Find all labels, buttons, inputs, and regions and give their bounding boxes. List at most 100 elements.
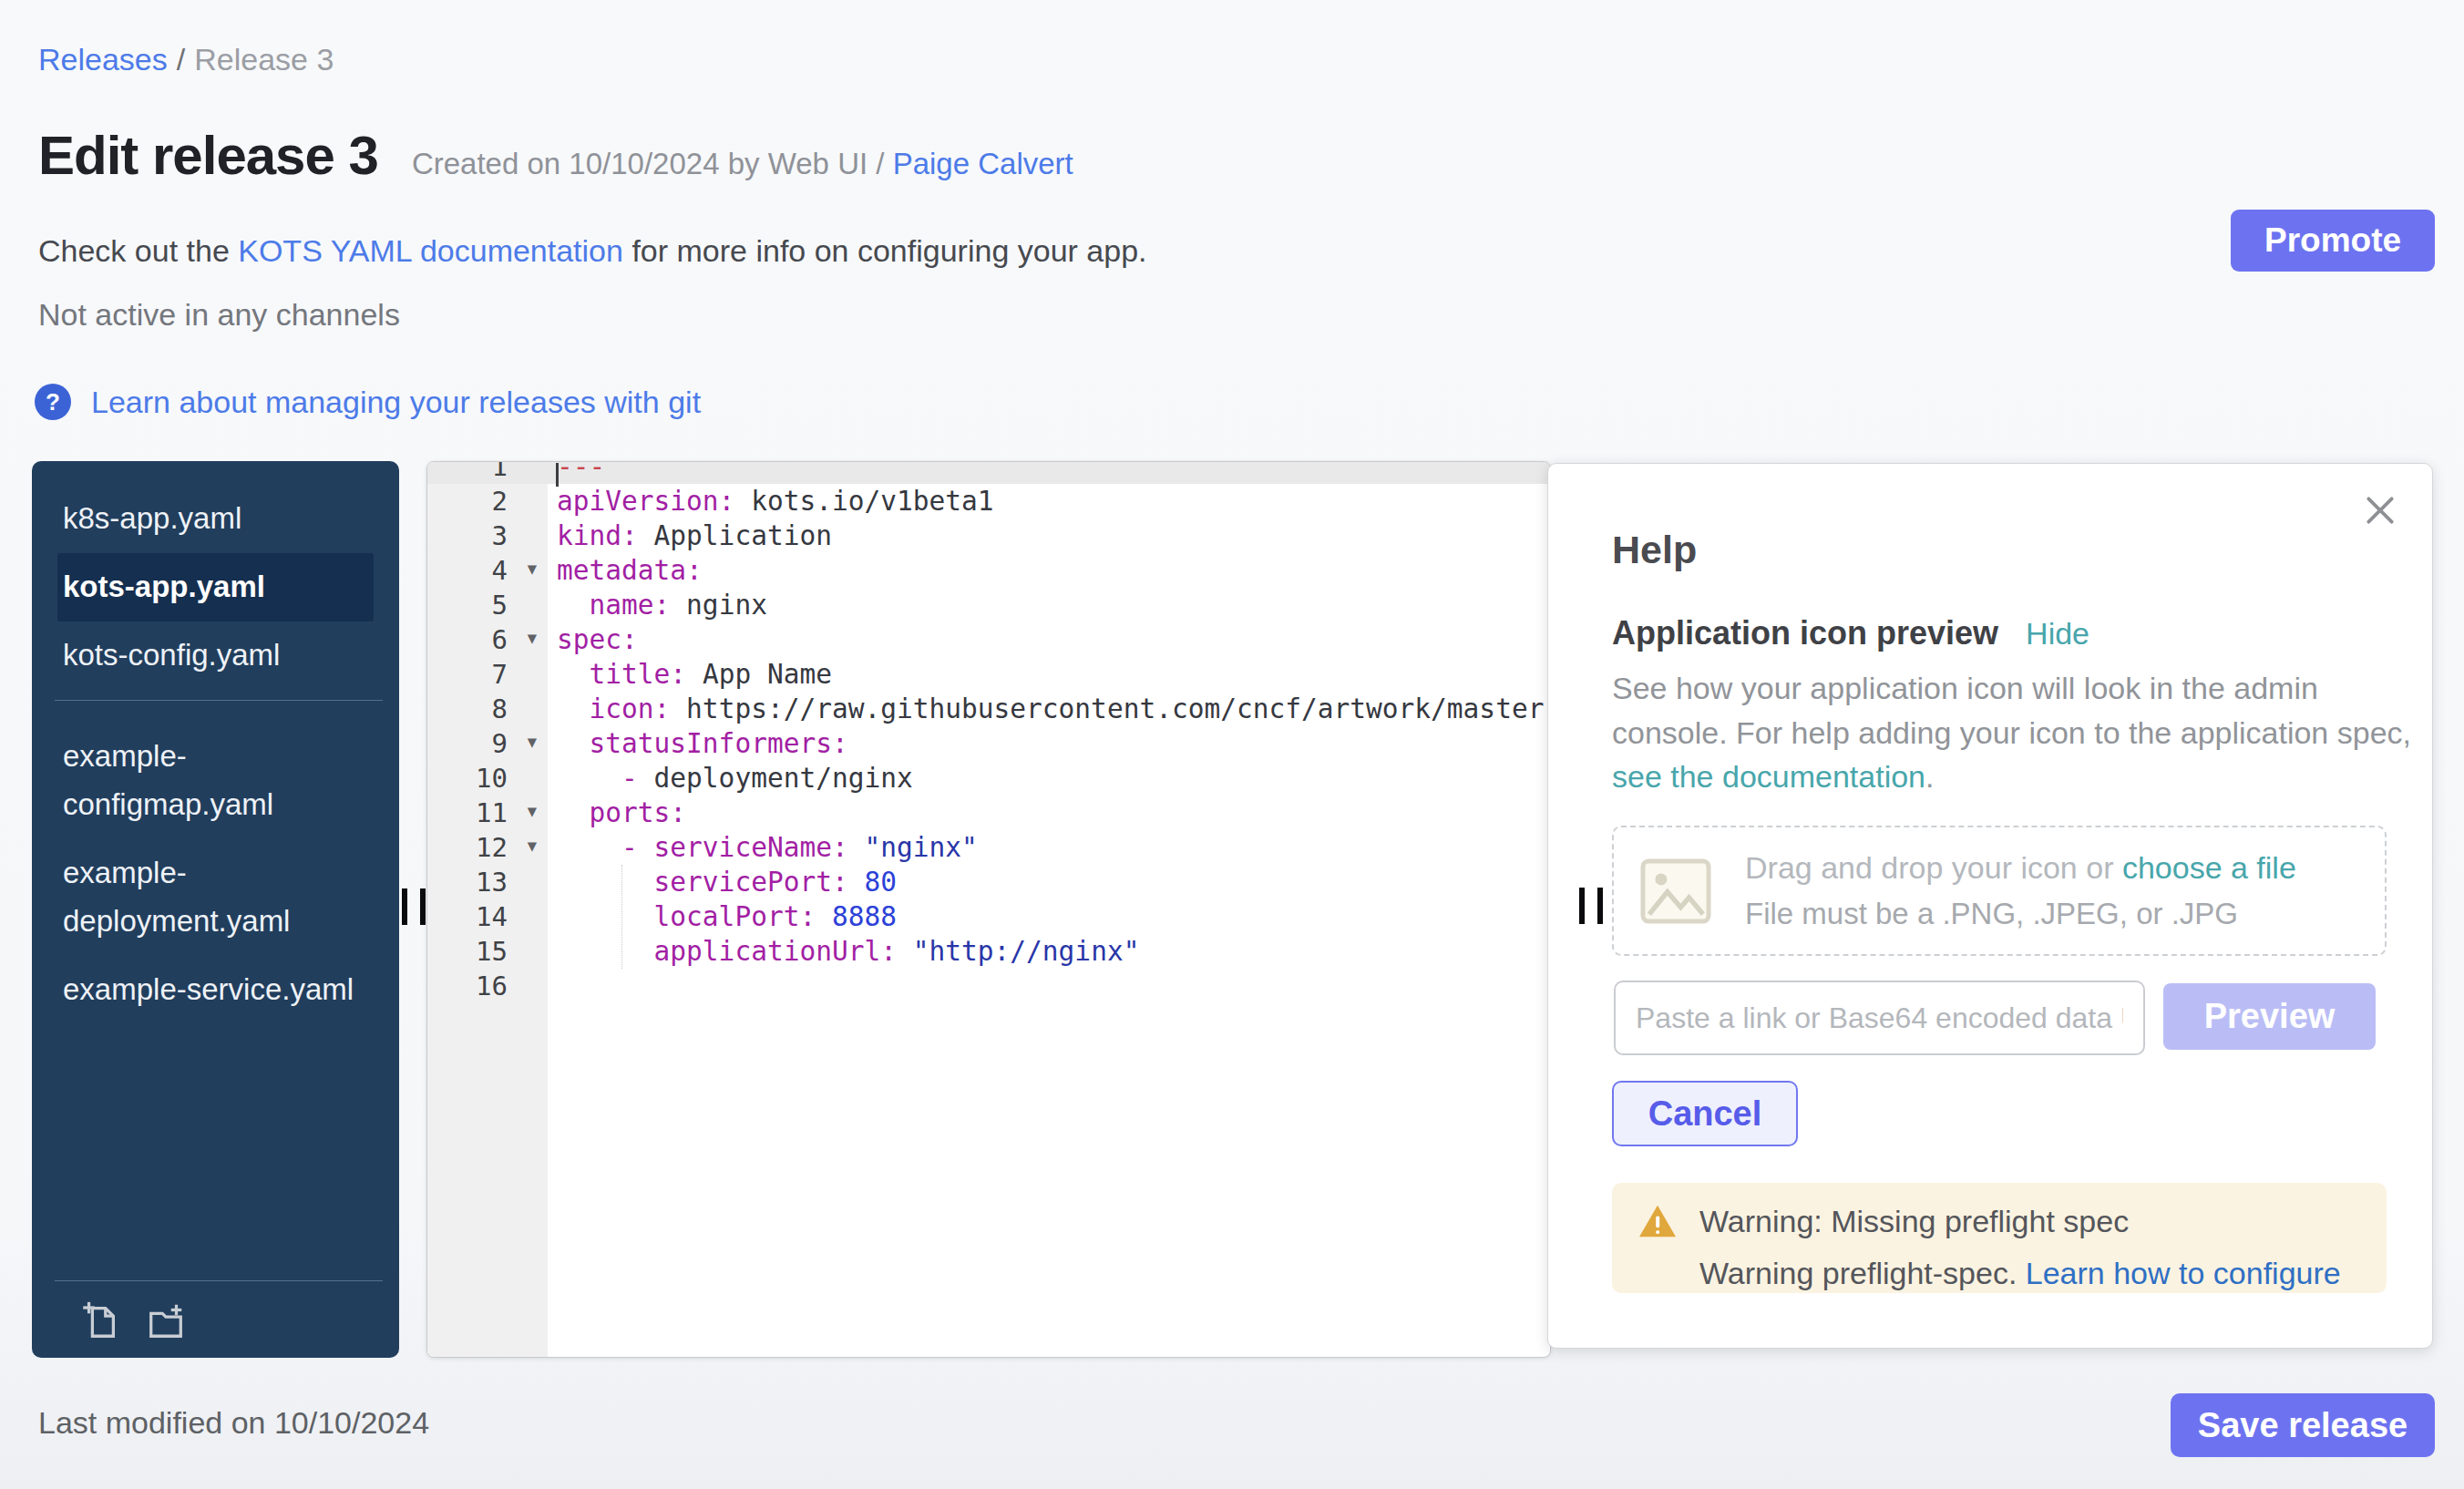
release-created-meta: Created on 10/10/2024 by Web UI / Paige …	[412, 147, 1073, 181]
help-body-text: See how your application icon will look …	[1612, 666, 2411, 799]
editor-line-16[interactable]: 16	[427, 969, 1550, 1003]
code-text: ports:	[548, 796, 1550, 830]
sidebar-file-kots-app.yaml[interactable]: kots-app.yaml	[57, 553, 374, 621]
fold-arrow-icon[interactable]: ▼	[528, 621, 537, 655]
sidebar-file-example-configmap.yaml[interactable]: example-configmap.yaml	[57, 723, 374, 839]
editor-line-11[interactable]: 11▼ ports:	[427, 796, 1550, 830]
icon-dropzone[interactable]: Drag and drop your icon or choose a file…	[1612, 826, 2387, 956]
warning-icon	[1638, 1203, 1678, 1239]
sidebar-bottom-divider	[55, 1280, 383, 1281]
kots-yaml-docs-link[interactable]: KOTS YAML documentation	[238, 233, 623, 268]
author-link[interactable]: Paige Calvert	[893, 147, 1073, 180]
code-text	[548, 969, 1550, 1003]
code-text: kind: Application	[548, 519, 1550, 553]
learn-configure-link[interactable]: Learn how to configure	[2026, 1256, 2341, 1290]
breadcrumb-separator: /	[168, 42, 194, 77]
line-number: 14	[427, 899, 548, 934]
editor-line-7[interactable]: 7 title: App Name	[427, 657, 1550, 692]
help-title: Help	[1612, 528, 1697, 572]
line-number: 12▼	[427, 830, 548, 865]
line-number: 5	[427, 588, 548, 622]
code-text: applicationUrl: "http://nginx"	[548, 934, 1550, 969]
editor-line-5[interactable]: 5 name: nginx	[427, 588, 1550, 622]
editor-line-13[interactable]: 13 servicePort: 80	[427, 865, 1550, 899]
line-number: 4▼	[427, 553, 548, 588]
icon-url-input[interactable]	[1614, 981, 2145, 1055]
editor-line-15[interactable]: 15 applicationUrl: "http://nginx"	[427, 934, 1550, 969]
code-text: localPort: 8888	[548, 899, 1550, 934]
code-text: ---	[548, 461, 1550, 484]
line-number: 15	[427, 934, 548, 969]
sidebar-resize-handle[interactable]	[402, 888, 426, 925]
file-list-divider	[55, 700, 383, 701]
editor-line-4[interactable]: 4▼metadata:	[427, 553, 1550, 588]
line-number: 7	[427, 657, 548, 692]
editor-line-6[interactable]: 6▼spec:	[427, 622, 1550, 657]
choose-file-link[interactable]: choose a file	[2122, 850, 2296, 885]
close-icon[interactable]	[2363, 493, 2397, 528]
sidebar-file-example-service.yaml[interactable]: example-service.yaml	[57, 956, 374, 1024]
yaml-editor[interactable]: 1---2apiVersion: kots.io/v1beta13kind: A…	[426, 461, 1551, 1358]
new-folder-icon[interactable]	[145, 1299, 187, 1341]
promote-button[interactable]: Promote	[2231, 210, 2435, 272]
line-number: 10	[427, 761, 548, 796]
image-placeholder-icon	[1634, 849, 1718, 933]
question-icon: ?	[35, 384, 71, 420]
editor-line-2[interactable]: 2apiVersion: kots.io/v1beta1	[427, 484, 1550, 519]
editor-line-9[interactable]: 9▼ statusInformers:	[427, 726, 1550, 761]
kots-docs-sentence: Check out the KOTS YAML documentation fo…	[38, 233, 1147, 269]
editor-line-10[interactable]: 10 - deployment/nginx	[427, 761, 1550, 796]
help-resize-handle[interactable]	[1579, 888, 1603, 924]
editor-line-8[interactable]: 8 icon: https://raw.githubusercontent.co…	[427, 692, 1550, 726]
line-number: 3	[427, 519, 548, 553]
git-releases-help-link[interactable]: Learn about managing your releases with …	[91, 385, 701, 420]
line-number: 13	[427, 865, 548, 899]
editor-line-12[interactable]: 12▼ - serviceName: "nginx"	[427, 830, 1550, 865]
code-text: spec:	[548, 622, 1550, 657]
indent-guide	[621, 865, 622, 969]
sidebar-file-kots-config.yaml[interactable]: kots-config.yaml	[57, 621, 374, 690]
sidebar-file-example-deployment.yaml[interactable]: example-deployment.yaml	[57, 839, 374, 956]
fold-arrow-icon[interactable]: ▼	[528, 794, 537, 828]
code-text: title: App Name	[548, 657, 1550, 692]
fold-arrow-icon[interactable]: ▼	[528, 551, 537, 586]
warning-title: Warning: Missing preflight spec	[1699, 1204, 2129, 1239]
code-text: name: nginx	[548, 588, 1550, 622]
icon-preview-section-title: Application icon preview	[1612, 614, 1998, 652]
line-number: 2	[427, 484, 548, 519]
new-file-icon[interactable]	[79, 1299, 121, 1341]
hide-link[interactable]: Hide	[2026, 616, 2089, 652]
last-modified: Last modified on 10/10/2024	[38, 1405, 429, 1441]
breadcrumb-current: Release 3	[194, 42, 334, 77]
editor-caret	[556, 463, 559, 487]
code-text: icon: https://raw.githubusercontent.com/…	[548, 692, 1551, 726]
fold-arrow-icon[interactable]: ▼	[528, 724, 537, 759]
line-number: 16	[427, 969, 548, 1003]
editor-line-3[interactable]: 3kind: Application	[427, 519, 1550, 553]
code-text: statusInformers:	[548, 726, 1550, 761]
dropzone-text: Drag and drop your icon or choose a file	[1745, 850, 2296, 886]
preflight-warning: Warning: Missing preflight spec Warning …	[1612, 1183, 2387, 1293]
line-number: 1	[427, 461, 548, 484]
see-documentation-link[interactable]: see the documentation	[1612, 759, 1925, 794]
line-number: 8	[427, 692, 548, 726]
sidebar-file-k8s-app.yaml[interactable]: k8s-app.yaml	[57, 485, 374, 553]
line-number: 11▼	[427, 796, 548, 830]
line-number: 9▼	[427, 726, 548, 761]
code-text: - deployment/nginx	[548, 761, 1550, 796]
code-text: - serviceName: "nginx"	[548, 830, 1550, 865]
editor-line-14[interactable]: 14 localPort: 8888	[427, 899, 1550, 934]
breadcrumb-releases-link[interactable]: Releases	[38, 42, 168, 77]
code-text: apiVersion: kots.io/v1beta1	[548, 484, 1550, 519]
fold-arrow-icon[interactable]: ▼	[528, 828, 537, 863]
code-text: servicePort: 80	[548, 865, 1550, 899]
preview-button[interactable]: Preview	[2163, 983, 2376, 1050]
line-number: 6▼	[427, 622, 548, 657]
help-panel: Help Application icon preview Hide See h…	[1547, 463, 2433, 1349]
editor-line-1[interactable]: 1---	[427, 461, 1550, 484]
cancel-button[interactable]: Cancel	[1612, 1081, 1798, 1146]
file-list: k8s-app.yamlkots-app.yamlkots-config.yam…	[32, 461, 399, 1023]
dropzone-filetypes: File must be a .PNG, .JPEG, or .JPG	[1745, 897, 2296, 931]
save-release-button[interactable]: Save release	[2171, 1393, 2435, 1457]
warning-detail: Warning preflight-spec. Learn how to con…	[1699, 1256, 2387, 1291]
